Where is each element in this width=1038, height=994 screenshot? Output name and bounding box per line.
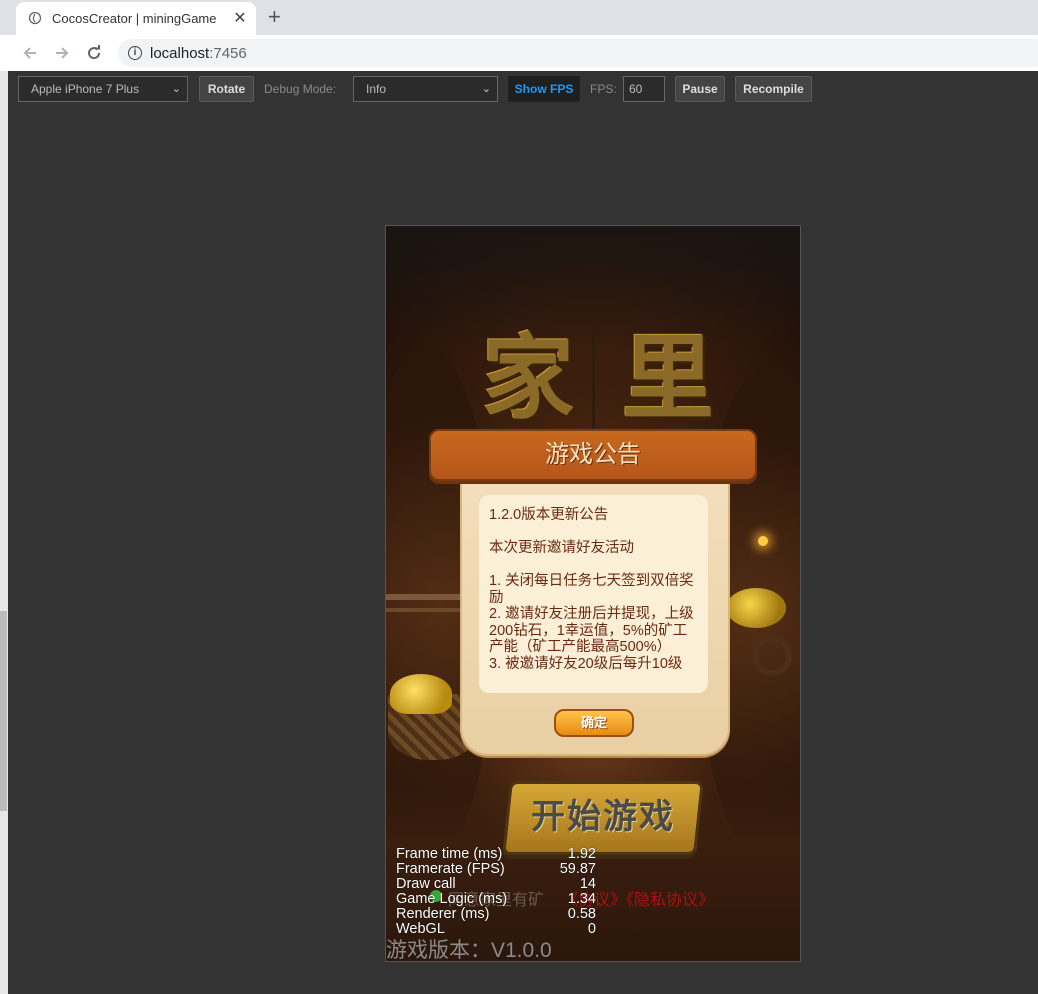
chevron-down-icon: ⌄ — [171, 83, 181, 95]
url-text: localhost:7456 — [150, 45, 247, 62]
notice-text-scroll[interactable]: 1.2.0版本更新公告 本次更新邀请好友活动 1. 关闭每日任务七天签到双倍奖励… — [479, 495, 708, 693]
cart-wheel-icon — [752, 636, 792, 676]
stat-label: Renderer (ms) — [396, 906, 490, 922]
recompile-button[interactable]: Recompile — [735, 76, 812, 102]
notice-line: 1. 关闭每日任务七天签到双倍奖励 — [489, 573, 694, 606]
notice-line: 本次更新邀请好友活动 — [489, 540, 634, 556]
url-port: :7456 — [209, 45, 247, 62]
stat-value: 1.92 — [567, 846, 596, 862]
show-fps-button[interactable]: Show FPS — [508, 76, 580, 102]
notice-line: 1.2.0版本更新公告 — [489, 507, 609, 523]
lamp-icon — [758, 536, 768, 546]
device-select-value: Apple iPhone 7 Plus — [31, 82, 140, 96]
stat-row: Game Logic (ms) 1.34 — [396, 892, 596, 907]
forward-arrow-icon — [56, 47, 69, 59]
site-info-icon[interactable]: i — [128, 46, 142, 60]
back-arrow-icon — [23, 47, 36, 59]
notice-line — [489, 557, 700, 574]
game-version: 游戏版本：V1.0.0 — [386, 939, 552, 962]
rotate-button[interactable]: Rotate — [199, 76, 254, 102]
start-game-button[interactable]: 开始游戏 — [502, 781, 704, 855]
stat-row: Renderer (ms) 0.58 — [396, 907, 596, 922]
scrollbar-thumb[interactable] — [0, 611, 7, 811]
stat-value: 1.34 — [567, 891, 596, 907]
logo-divider — [592, 326, 595, 436]
new-tab-button[interactable]: + — [268, 4, 281, 30]
stat-label: Draw call — [396, 876, 456, 892]
tab-close-icon[interactable]: ✕ — [232, 8, 248, 28]
stat-value: 59.87 — [559, 861, 596, 877]
reload-icon — [88, 45, 101, 60]
notice-header: 游戏公告 — [429, 429, 757, 481]
logo-char-right: 里 — [622, 324, 715, 432]
notice-line: 3. 被邀请好友20级后每升10级 — [489, 655, 683, 672]
forward-button[interactable] — [50, 41, 74, 65]
logo-char-left: 家 — [482, 324, 575, 432]
stat-value: 0 — [587, 921, 596, 937]
fps-stats-panel: Frame time (ms) 1.92 Framerate (FPS) 59.… — [396, 847, 596, 937]
browser-toolbar: i localhost:7456 — [0, 35, 1038, 71]
notice-line — [489, 524, 700, 541]
notice-title: 游戏公告 — [545, 441, 641, 468]
pause-button[interactable]: Pause — [675, 76, 725, 102]
device-select[interactable]: Apple iPhone 7 Plus ⌄ — [18, 76, 188, 102]
stat-value: 14 — [579, 876, 596, 892]
stat-row: Framerate (FPS) 59.87 — [396, 862, 596, 877]
address-bar[interactable]: i localhost:7456 — [118, 39, 1038, 67]
stat-row: Frame time (ms) 1.92 — [396, 847, 596, 862]
browser-tab[interactable]: CocosCreator | miningGame ✕ — [16, 2, 256, 35]
stat-label: Game Logic (ms) — [396, 891, 508, 907]
url-host: localhost — [150, 45, 210, 62]
debug-mode-value: Info — [366, 82, 387, 96]
debug-mode-label: Debug Mode: — [264, 82, 337, 96]
notice-ok-button[interactable]: 确定 — [554, 709, 634, 737]
back-button[interactable] — [18, 41, 42, 65]
stat-row: Draw call 14 — [396, 877, 596, 892]
fps-label: FPS: — [590, 82, 617, 96]
fps-input[interactable]: 60 — [623, 76, 665, 102]
stat-label: Framerate (FPS) — [396, 861, 505, 877]
start-game-label: 开始游戏 — [531, 798, 675, 836]
game-logo: 家 里 — [386, 304, 800, 436]
left-edge-scrollbar[interactable] — [0, 71, 8, 994]
stat-label: Frame time (ms) — [396, 846, 503, 862]
tab-title: CocosCreator | miningGame — [52, 11, 217, 26]
gold-nuggets-icon — [390, 674, 452, 714]
debug-mode-select[interactable]: Info ⌄ — [353, 76, 498, 102]
reload-button[interactable] — [82, 41, 106, 65]
game-canvas[interactable]: 家 里 游戏公告 1.2.0版本更新公告 本次更新邀请好友活动 1. 关闭每日任… — [385, 225, 801, 962]
chevron-down-icon: ⌄ — [481, 83, 491, 95]
browser-tabstrip: CocosCreator | miningGame ✕ + — [0, 0, 1038, 35]
stat-value: 0.58 — [567, 906, 596, 922]
gold-pile-icon — [726, 588, 786, 628]
notice-line: 2. 邀请好友注册后并提现，上级200钻石，1幸运值，5%的矿工产能（矿工产能最… — [489, 606, 694, 655]
cocos-favicon-icon — [28, 11, 42, 25]
